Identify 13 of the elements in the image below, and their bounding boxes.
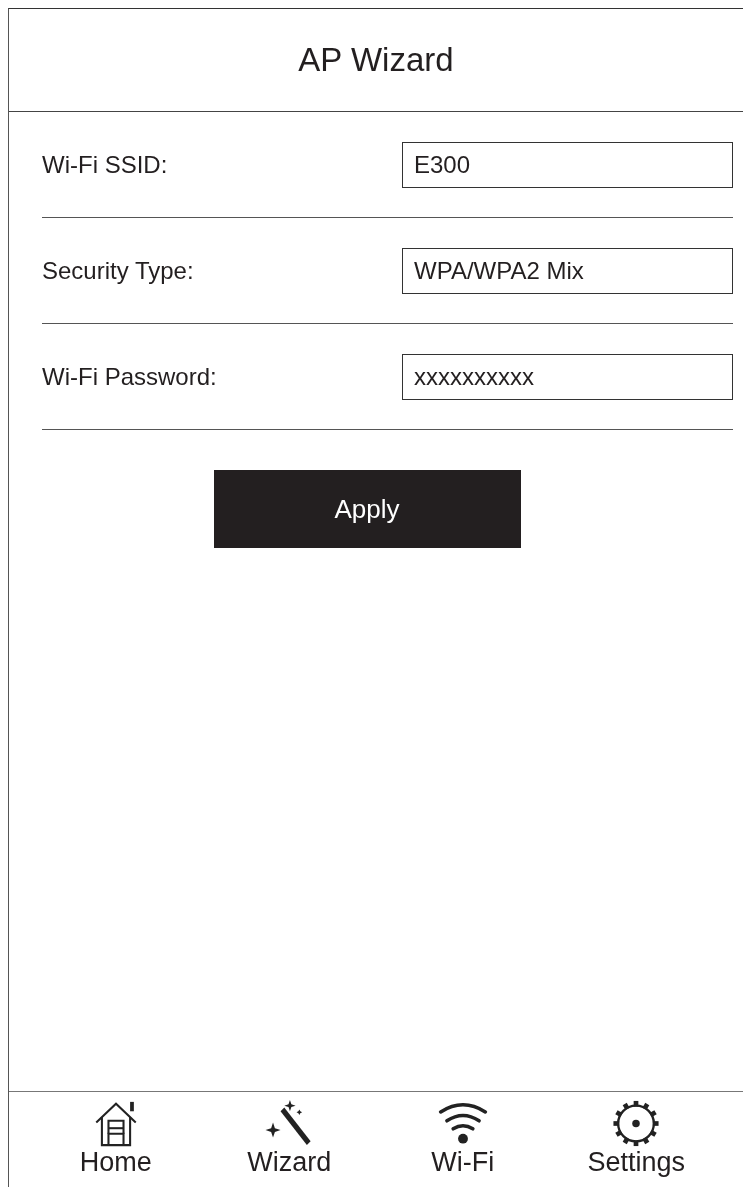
nav-tab[interactable]: Wizard xyxy=(224,1100,355,1187)
nav-tab[interactable]: Settings xyxy=(571,1100,702,1187)
page-title: AP Wizard xyxy=(298,41,454,79)
nav-tab[interactable]: Home xyxy=(50,1100,181,1187)
input-field[interactable]: xxxxxxxxxx xyxy=(402,353,733,400)
field-label: Wi-Fi Password: xyxy=(42,362,217,391)
apply-button[interactable]: Apply xyxy=(213,470,521,548)
input-field[interactable]: WPA/WPA2 Mix xyxy=(402,247,733,294)
field-label: Security Type: xyxy=(42,256,194,285)
settings-icon xyxy=(611,1100,662,1147)
nav-tab[interactable]: Wi-Fi xyxy=(397,1100,528,1187)
input-field[interactable]: E300 xyxy=(402,141,733,188)
field-label: Wi-Fi SSID: xyxy=(42,150,168,179)
